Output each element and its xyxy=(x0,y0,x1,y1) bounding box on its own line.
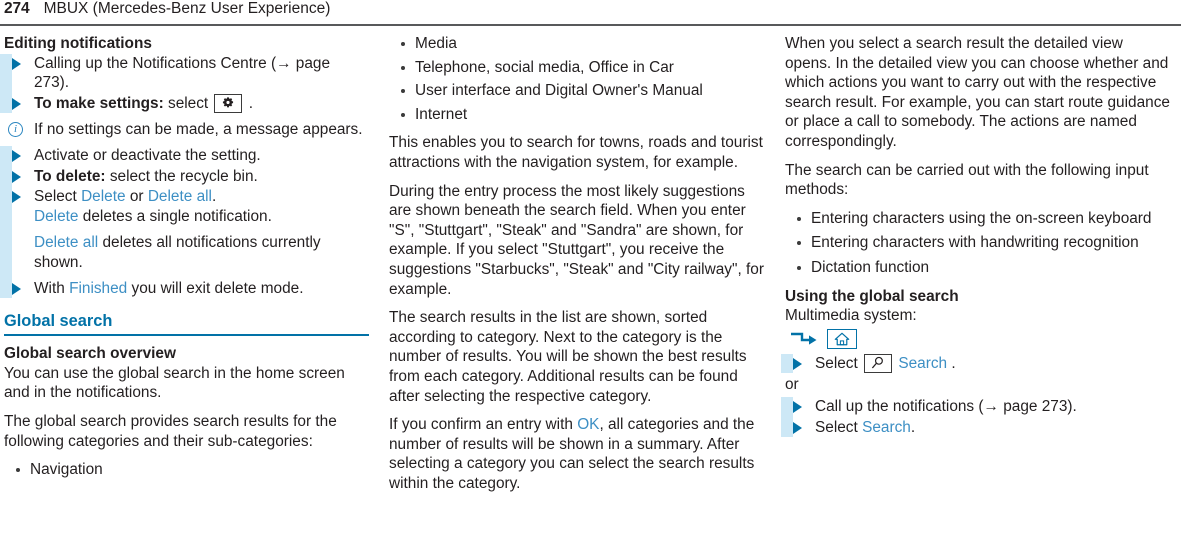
label-multimedia-system: Multimedia system: xyxy=(785,307,917,325)
heading-editing-notifications: Editing notifications xyxy=(4,35,152,52)
paragraph-detailed-view: When you select a search result the deta… xyxy=(785,35,1170,150)
list-item: Dictation function xyxy=(797,258,1173,278)
instruction-step-call-notifications: Call up the notifications (→ page 273). xyxy=(793,397,1173,417)
step-end: . xyxy=(211,188,217,206)
page-header: 274 MBUX (Mercedes-Benz User Experience) xyxy=(0,0,1181,26)
step-lead: Select xyxy=(815,418,863,436)
paragraph-confirm-entry: If you confirm an entry with OK, all cat… xyxy=(389,415,765,493)
step-text: Activate or deactivate the setting. xyxy=(34,146,261,164)
instruction-step: To make settings: select . xyxy=(12,93,369,114)
list-item: Entering characters with handwriting rec… xyxy=(797,233,1173,253)
instruction-step: To delete: select the recycle bin. xyxy=(12,167,369,187)
step-bold-prefix: To delete: xyxy=(34,167,106,185)
link-search-2[interactable]: Search xyxy=(862,419,911,436)
delete-all-description-line: Delete all deletes all notifications cur… xyxy=(34,233,369,272)
turn-arrow-icon xyxy=(789,331,819,347)
list-item: User interface and Digital Owner's Manua… xyxy=(401,81,765,101)
link-delete[interactable]: Delete xyxy=(81,188,126,205)
triangle-bullet-icon xyxy=(12,149,21,162)
info-note: i If no settings can be made, a message … xyxy=(8,120,369,140)
triangle-bullet-icon xyxy=(12,282,21,295)
triangle-bullet-icon xyxy=(12,170,21,183)
info-icon: i xyxy=(8,122,23,138)
step-end: . xyxy=(910,418,916,436)
instruction-block-notifications-search: Call up the notifications (→ page 273). … xyxy=(781,396,1173,438)
page-columns: Editing notifications Calling up the Not… xyxy=(0,34,1181,545)
instruction-block-select-search: Select Search . xyxy=(781,353,1173,374)
search-icon[interactable] xyxy=(864,353,893,373)
navigation-path xyxy=(785,328,1173,349)
paragraph-input-methods-intro: The search can be carried out with the f… xyxy=(785,161,1149,199)
link-search[interactable]: Search xyxy=(898,355,947,372)
paragraph-global-search-home: You can use the global search in the hom… xyxy=(4,364,345,402)
instruction-block-settings: Calling up the Notifications Centre (→ p… xyxy=(0,53,369,114)
step-text: select xyxy=(163,94,213,112)
column-right: When you select a search result the deta… xyxy=(781,34,1181,545)
delete-description: deletes a single notification. xyxy=(78,207,272,225)
paragraph-results-sorting: The search results in the list are shown… xyxy=(389,309,747,405)
step-lead: Select xyxy=(815,354,863,372)
column-middle: Media Telephone, social media, Office in… xyxy=(385,34,781,545)
section-heading-global-search: Global search xyxy=(4,312,113,331)
list-categories-part1: Navigation xyxy=(4,460,369,480)
section-divider xyxy=(4,334,369,337)
link-delete-all[interactable]: Delete all xyxy=(148,188,212,205)
instruction-step-finished: With Finished you will exit delete mode. xyxy=(12,279,369,299)
column-left: Editing notifications Calling up the Not… xyxy=(0,34,385,545)
step-text: Call up the notifications (→ page 273). xyxy=(815,397,1077,415)
paragraph-entry-suggestions: During the entry process the most likely… xyxy=(389,182,764,298)
step-lead: With xyxy=(34,279,70,297)
instruction-step-delete-options: Select Delete or Delete all. Delete dele… xyxy=(12,187,369,226)
header-divider xyxy=(0,24,1181,26)
instruction-step: Calling up the Notifications Centre (→ p… xyxy=(12,54,369,93)
link-delete-all-inline[interactable]: Delete all xyxy=(34,234,98,251)
paragraph-categories-intro: The global search provides search result… xyxy=(4,412,337,450)
gear-icon[interactable] xyxy=(214,93,243,113)
triangle-bullet-icon xyxy=(793,421,802,434)
instruction-block-delete: Activate or deactivate the setting. To d… xyxy=(0,145,369,299)
list-item: Media xyxy=(401,34,765,54)
list-categories-part2: Media Telephone, social media, Office in… xyxy=(389,34,765,124)
link-delete-inline[interactable]: Delete xyxy=(34,208,79,225)
link-ok[interactable]: OK xyxy=(577,416,599,433)
step-lead: Select xyxy=(34,188,82,206)
list-input-methods: Entering characters using the on-screen … xyxy=(785,209,1173,278)
step-text: Calling up the Notifications Centre (→ p… xyxy=(34,54,330,92)
link-finished[interactable]: Finished xyxy=(69,280,127,297)
step-mid: or xyxy=(125,188,148,206)
home-icon[interactable] xyxy=(827,328,857,349)
instruction-step: Activate or deactivate the setting. xyxy=(12,146,369,166)
step-bold-prefix: To make settings: xyxy=(34,94,164,112)
list-item: Entering characters using the on-screen … xyxy=(797,209,1173,229)
step-text: select the recycle bin. xyxy=(105,167,258,185)
triangle-bullet-icon xyxy=(793,400,802,413)
instruction-step-select-search: Select Search . xyxy=(793,353,1173,374)
alternative-separator: or xyxy=(785,376,799,394)
triangle-bullet-icon xyxy=(793,357,802,370)
heading-using-global-search: Using the global search xyxy=(785,287,959,305)
instruction-step-select-search-2: Select Search. xyxy=(793,418,1173,438)
note-block: i If no settings can be made, a message … xyxy=(4,120,369,140)
triangle-bullet-icon xyxy=(12,57,21,70)
list-item: Navigation xyxy=(16,460,369,480)
triangle-bullet-icon xyxy=(12,97,21,110)
page-number: 274 xyxy=(4,0,30,17)
paragraph-search-towns: This enables you to search for towns, ro… xyxy=(389,134,763,171)
heading-global-search-overview: Global search overview xyxy=(4,345,176,363)
list-item: Internet xyxy=(401,105,765,125)
note-text: If no settings can be made, a message ap… xyxy=(34,121,363,139)
paragraph-confirm-pre: If you confirm an entry with xyxy=(389,416,578,434)
triangle-bullet-icon xyxy=(12,191,21,204)
step-end: . xyxy=(947,354,956,372)
list-item: Telephone, social media, Office in Car xyxy=(401,58,765,78)
step-suffix: . xyxy=(244,94,254,112)
step-rest: you will exit delete mode. xyxy=(127,279,304,297)
page-title: MBUX (Mercedes-Benz User Experience) xyxy=(43,0,331,17)
